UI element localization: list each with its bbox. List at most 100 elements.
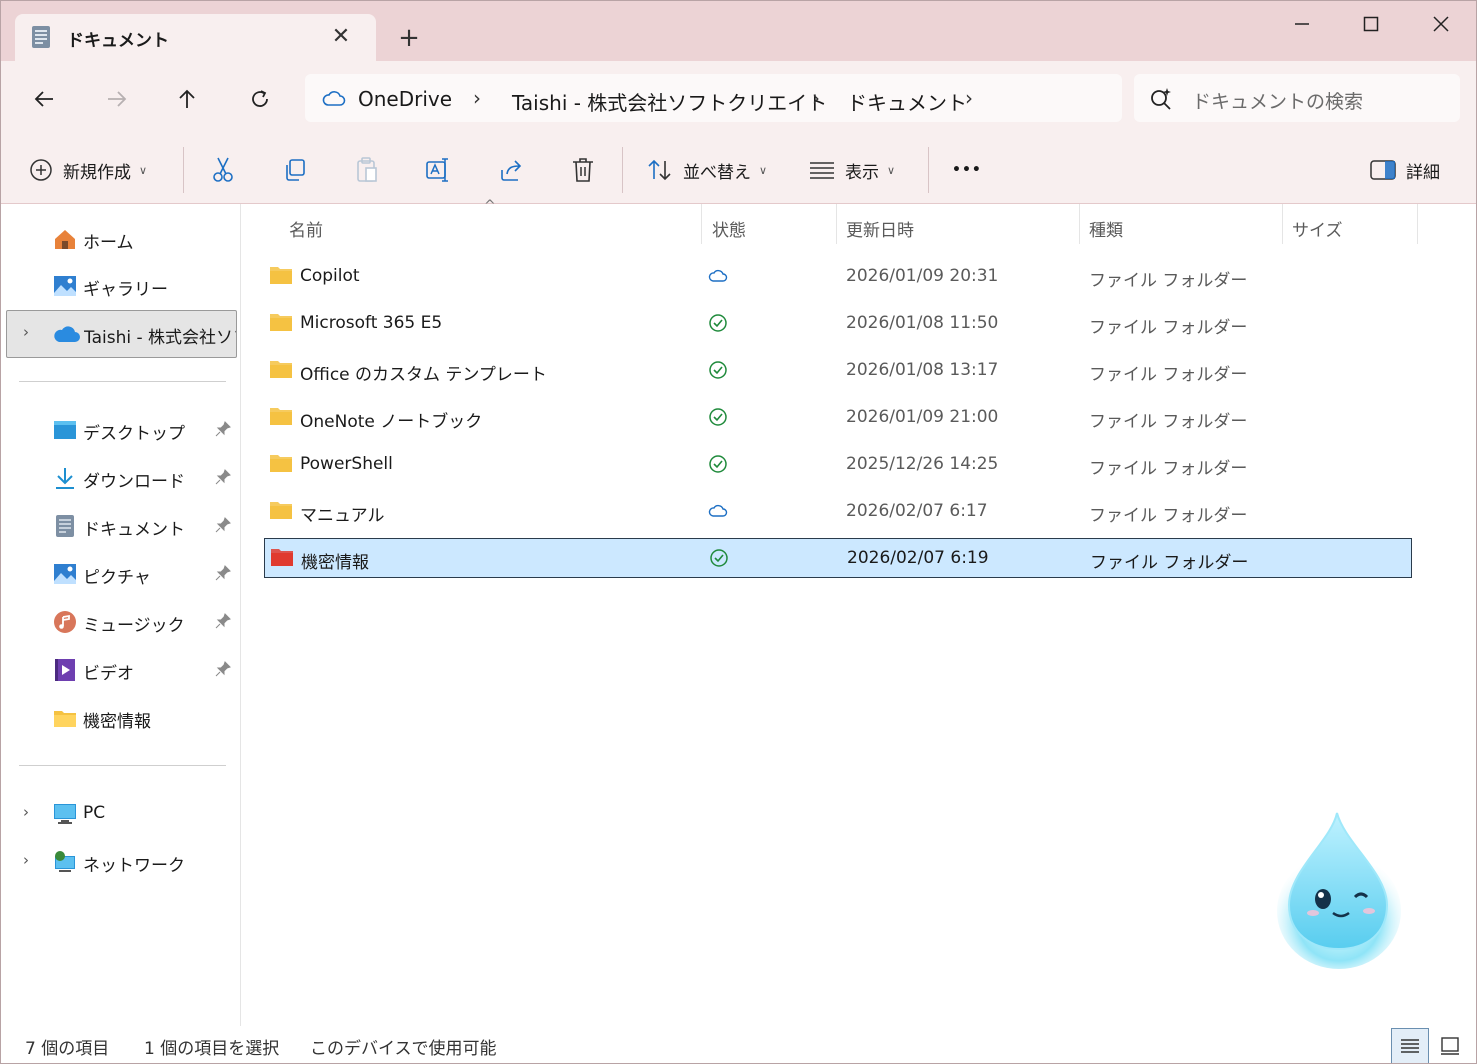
file-name: 機密情報 xyxy=(301,553,369,573)
cloud-status-icon xyxy=(708,269,728,282)
minimize-icon xyxy=(1295,23,1309,25)
delete-button[interactable] xyxy=(571,154,595,186)
search-icon xyxy=(1151,88,1171,110)
folder-icon xyxy=(270,314,292,331)
chevron-down-icon: ∨ xyxy=(139,163,148,177)
file-name: PowerShell xyxy=(300,454,393,474)
nav-label: ピクチャ xyxy=(83,568,151,588)
address-bar[interactable]: OneDrive › Taishi - 株式会社ソフトクリエイト › ドキュメン… xyxy=(305,74,1122,122)
file-type: ファイル フォルダー xyxy=(1089,318,1248,338)
pin-icon[interactable] xyxy=(215,565,231,581)
copy-button[interactable] xyxy=(283,154,307,186)
nav-item-onedrive[interactable]: › Taishi - 株式会社ソフ xyxy=(6,310,237,358)
new-tab-button[interactable]: + xyxy=(394,23,424,53)
file-type: ファイル フォルダー xyxy=(1089,412,1248,432)
new-button[interactable]: 新規作成 ∨ xyxy=(29,154,147,186)
breadcrumb-chevron-icon[interactable]: › xyxy=(965,86,973,110)
search-box[interactable]: ドキュメントの検索 xyxy=(1134,74,1460,122)
synced-status-icon xyxy=(709,314,727,332)
nav-item-home[interactable]: ホーム xyxy=(1,219,241,259)
sort-button[interactable]: 並べ替え ∨ xyxy=(647,154,767,186)
details-pane-icon xyxy=(1370,160,1396,180)
pin-icon[interactable] xyxy=(215,661,231,677)
nav-item-videos[interactable]: ビデオ xyxy=(1,650,241,690)
expand-chevron-icon[interactable]: › xyxy=(23,851,29,869)
close-tab-icon[interactable]: ✕ xyxy=(328,22,354,50)
table-row[interactable]: Copilot 2026/01/09 20:31 ファイル フォルダー xyxy=(264,257,1412,297)
tiles-view-button[interactable] xyxy=(1431,1028,1469,1063)
close-window-button[interactable] xyxy=(1419,9,1463,39)
share-button[interactable] xyxy=(499,154,525,186)
view-button[interactable]: 表示 ∨ xyxy=(809,154,895,186)
file-name: OneNote ノートブック xyxy=(300,412,483,432)
arrow-left-icon xyxy=(34,91,53,107)
breadcrumb-taishi[interactable]: Taishi - 株式会社ソフトクリエイト xyxy=(512,87,827,116)
nav-item-music[interactable]: ミュージック xyxy=(1,602,241,642)
column-header-status[interactable]: 状態 xyxy=(712,216,746,241)
column-divider[interactable] xyxy=(701,204,702,244)
trash-icon xyxy=(573,158,593,182)
cut-button[interactable] xyxy=(211,154,235,186)
column-divider[interactable] xyxy=(1282,204,1283,244)
pin-icon[interactable] xyxy=(215,517,231,533)
minimize-button[interactable] xyxy=(1280,9,1324,39)
nav-item-documents[interactable]: ドキュメント xyxy=(1,506,241,546)
table-row[interactable]: マニュアル 2026/02/07 6:17 ファイル フォルダー xyxy=(264,492,1412,532)
nav-item-secret[interactable]: 機密情報 xyxy=(1,698,241,738)
nav-divider xyxy=(19,765,226,766)
breadcrumb-chevron-icon[interactable]: › xyxy=(473,86,481,110)
nav-item-gallery[interactable]: ギャラリー xyxy=(1,266,241,306)
paste-button[interactable] xyxy=(355,154,379,186)
toolbar-divider xyxy=(622,147,623,193)
pin-icon[interactable] xyxy=(215,613,231,629)
nav-label: デスクトップ xyxy=(83,424,185,444)
column-divider[interactable] xyxy=(1417,204,1418,244)
nav-divider xyxy=(19,381,226,382)
arrow-up-icon xyxy=(179,89,195,108)
navigation-row: OneDrive › Taishi - 株式会社ソフトクリエイト › ドキュメン… xyxy=(1,61,1476,134)
pin-icon[interactable] xyxy=(215,469,231,485)
table-row[interactable]: Microsoft 365 E5 2026/01/08 11:50 ファイル フォル… xyxy=(264,304,1412,344)
details-pane-button[interactable]: 詳細 xyxy=(1370,154,1440,186)
clipboard-icon xyxy=(357,157,377,182)
back-button[interactable] xyxy=(24,81,64,117)
table-row[interactable]: OneNote ノートブック 2026/01/09 21:00 ファイル フォルダー xyxy=(264,398,1412,438)
close-icon xyxy=(1433,16,1449,32)
file-name: Copilot xyxy=(300,266,360,286)
breadcrumb-onedrive[interactable]: OneDrive xyxy=(358,87,452,111)
table-row[interactable]: Office のカスタム テンプレート 2026/01/08 13:17 ファイル … xyxy=(264,351,1412,391)
refresh-button[interactable] xyxy=(240,81,280,117)
folder-icon xyxy=(270,408,292,425)
breadcrumb-documents[interactable]: ドキュメント xyxy=(847,87,967,116)
table-row[interactable]: 機密情報 2026/02/07 6:19 ファイル フォルダー xyxy=(264,538,1412,578)
chevron-down-icon: ∨ xyxy=(887,163,896,177)
breadcrumb-chevron-icon[interactable]: › xyxy=(812,86,820,110)
expand-chevron-icon[interactable]: › xyxy=(23,803,29,821)
column-divider[interactable] xyxy=(1079,204,1080,244)
column-divider[interactable] xyxy=(836,204,837,244)
up-button[interactable] xyxy=(167,81,207,117)
nav-item-desktop[interactable]: デスクトップ xyxy=(1,410,241,450)
nav-item-network[interactable]: › ネットワーク xyxy=(1,842,241,882)
nav-item-pc[interactable]: › PC xyxy=(1,794,241,834)
table-row[interactable]: PowerShell 2025/12/26 14:25 ファイル フォルダー xyxy=(264,445,1412,485)
list-view-icon xyxy=(810,162,834,179)
column-header-type[interactable]: 種類 xyxy=(1089,216,1123,241)
tab-documents[interactable]: ドキュメント ✕ xyxy=(15,14,376,61)
file-modified: 2026/02/07 6:19 xyxy=(847,548,989,568)
search-input[interactable]: ドキュメントの検索 xyxy=(1192,87,1363,114)
pin-icon[interactable] xyxy=(215,421,231,437)
nav-item-downloads[interactable]: ダウンロード xyxy=(1,458,241,498)
file-modified: 2026/01/08 13:17 xyxy=(846,360,999,380)
expand-chevron-icon[interactable]: › xyxy=(23,323,29,341)
rename-button[interactable] xyxy=(426,154,452,186)
maximize-button[interactable] xyxy=(1349,9,1393,39)
forward-button[interactable] xyxy=(97,81,137,117)
column-header-modified[interactable]: 更新日時 xyxy=(846,216,914,241)
details-view-button[interactable] xyxy=(1391,1028,1429,1063)
nav-item-pictures[interactable]: ピクチャ xyxy=(1,554,241,594)
column-header-size[interactable]: サイズ xyxy=(1292,216,1343,241)
more-options-button[interactable]: ••• xyxy=(952,154,982,186)
column-header-name[interactable]: 名前 xyxy=(289,216,323,241)
nav-label: PC xyxy=(83,803,106,823)
